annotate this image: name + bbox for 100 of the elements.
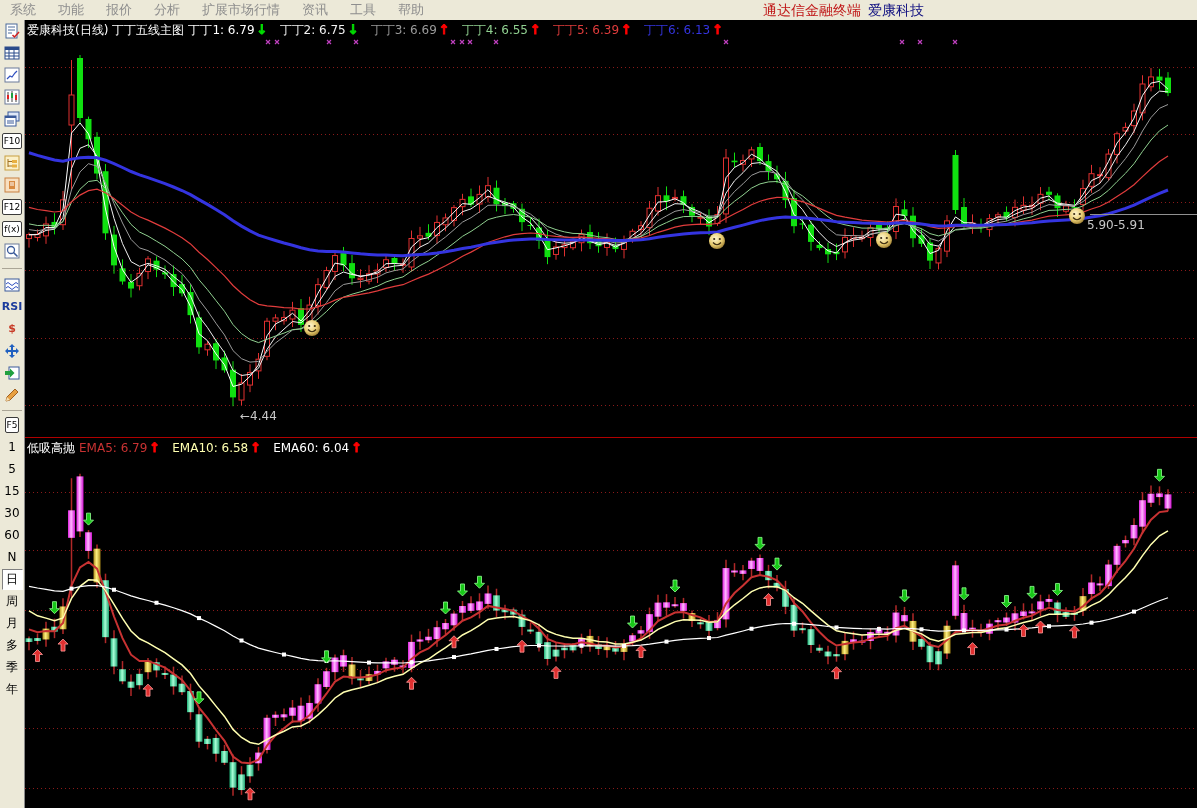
up-arrow-icon <box>1018 624 1029 637</box>
cross-mark-icon <box>493 39 499 45</box>
indicator-value: 丁丁2: 6.75 <box>279 23 346 37</box>
trend-arrow: ↑ <box>250 441 262 455</box>
period-tab[interactable]: 年 <box>1 678 23 700</box>
period-tab[interactable]: 60 <box>1 524 23 546</box>
stock-name: 爱康科技 <box>868 0 924 20</box>
cross-mark-icon <box>326 39 332 45</box>
period-tab[interactable]: 多 <box>1 634 23 656</box>
cross-mark-icon <box>450 39 456 45</box>
down-arrow-icon <box>1052 583 1063 596</box>
toolbar-button[interactable]: $ <box>8 322 16 336</box>
indicator-value: EMA60: 6.04 <box>273 441 350 455</box>
down-arrow-icon <box>49 601 60 615</box>
down-arrow-icon <box>1026 586 1038 599</box>
toolbar-button[interactable]: F10 <box>1 133 23 149</box>
smiley-icon <box>709 233 725 249</box>
indicator-value: 丁丁6: 6.13 <box>644 23 711 37</box>
indicator-value: 丁丁3: 6.69 <box>370 23 437 37</box>
down-arrow-icon <box>754 537 766 550</box>
period-tab[interactable]: N <box>1 546 23 568</box>
period-tab[interactable]: 周 <box>1 590 23 612</box>
period-tab[interactable]: 30 <box>1 502 23 524</box>
down-arrow-icon <box>83 512 94 526</box>
wave-chart-icon[interactable] <box>4 277 20 293</box>
trend-arrow: ↑ <box>529 23 541 37</box>
up-arrow-icon <box>550 666 562 679</box>
smiley-icon <box>876 232 892 248</box>
move-arrows-icon[interactable] <box>4 343 20 359</box>
down-arrow-icon <box>193 691 205 705</box>
window-icon[interactable] <box>4 111 20 127</box>
chart-title: 爱康科技(日线) <box>27 23 109 37</box>
up-arrow-icon <box>142 683 154 697</box>
table-icon[interactable] <box>4 45 20 61</box>
up-arrow-icon <box>831 666 842 680</box>
line-chart-icon[interactable] <box>4 67 20 83</box>
low-price-label: ←4.44 <box>240 409 277 423</box>
cross-mark-icon <box>459 39 465 45</box>
up-arrow-icon <box>244 787 256 801</box>
period-tab[interactable]: 5 <box>1 458 23 480</box>
cross-mark-icon <box>723 39 729 45</box>
down-arrow-icon <box>1001 595 1012 608</box>
indicator-value: 丁丁4: 6.55 <box>461 23 528 37</box>
pencil-icon[interactable] <box>4 387 20 403</box>
trend-arrow: ↓ <box>256 23 268 37</box>
up-arrow-icon <box>1035 620 1046 634</box>
trend-arrow: ↑ <box>351 441 363 455</box>
period-tab[interactable]: 月 <box>1 612 23 634</box>
period-tab[interactable]: 15 <box>1 480 23 502</box>
trend-arrow: ↑ <box>712 23 724 37</box>
down-arrow-icon <box>627 615 638 629</box>
period-tab[interactable]: 1 <box>1 436 23 458</box>
toolbar-button[interactable]: RSI <box>1 300 23 314</box>
trend-arrow: ↑ <box>621 23 632 37</box>
cross-mark-icon <box>952 39 958 45</box>
up-arrow-icon <box>516 639 528 653</box>
period-tab[interactable]: 日 <box>1 568 23 590</box>
down-arrow-icon <box>669 579 681 593</box>
trend-arrow: ↑ <box>149 441 161 455</box>
indicator-name: 低吸高抛 <box>27 441 75 455</box>
cross-mark-icon <box>467 39 473 45</box>
document-icon[interactable] <box>4 23 20 39</box>
app-title: 通达信金融终端 <box>763 0 861 20</box>
toolbar-button[interactable]: F12 <box>1 199 23 215</box>
cross-mark-icon <box>917 39 923 45</box>
down-arrow-icon <box>899 589 910 603</box>
down-arrow-icon <box>1154 468 1165 482</box>
up-arrow-icon <box>635 645 647 658</box>
down-arrow-icon <box>440 601 451 615</box>
cross-mark-icon <box>274 39 280 45</box>
down-arrow-icon <box>771 557 783 571</box>
cross-mark-icon <box>353 39 359 45</box>
smiley-icon <box>1069 208 1085 224</box>
arrow-in-box-icon[interactable] <box>4 365 20 381</box>
cross-mark-icon <box>899 39 905 45</box>
smiley-icon <box>304 320 320 336</box>
trend-arrow: ↑ <box>438 23 450 37</box>
up-arrow-icon <box>57 638 69 652</box>
up-arrow-icon <box>967 642 978 655</box>
up-arrow-icon <box>448 635 460 649</box>
trend-arrow: ↓ <box>347 23 359 37</box>
down-arrow-icon <box>958 587 970 601</box>
search-icon[interactable] <box>4 243 20 259</box>
toolbar-button[interactable]: f(x) <box>2 221 22 237</box>
candlestick-icon[interactable] <box>4 89 20 105</box>
down-arrow-icon <box>321 650 332 664</box>
indicator-value: 丁丁5: 6.39 <box>552 23 620 37</box>
indicator-value: EMA5: 6.79 <box>79 441 148 455</box>
up-arrow-icon <box>1069 625 1080 639</box>
cross-mark-icon <box>265 39 271 45</box>
down-arrow-icon <box>474 575 485 589</box>
price-range-label: 5.90-5.91 <box>1087 218 1145 232</box>
up-arrow-icon <box>763 593 774 606</box>
indicator-name: 丁丁五线主图 <box>112 23 185 37</box>
indicator-value: 丁丁1: 6.79 <box>188 23 255 37</box>
indicator-value: EMA10: 6.58 <box>172 441 249 455</box>
period-tab[interactable]: 季 <box>1 656 23 678</box>
up-arrow-icon <box>406 676 417 690</box>
up-arrow-icon <box>32 649 43 662</box>
toolbar-button[interactable]: F5 <box>4 417 20 433</box>
